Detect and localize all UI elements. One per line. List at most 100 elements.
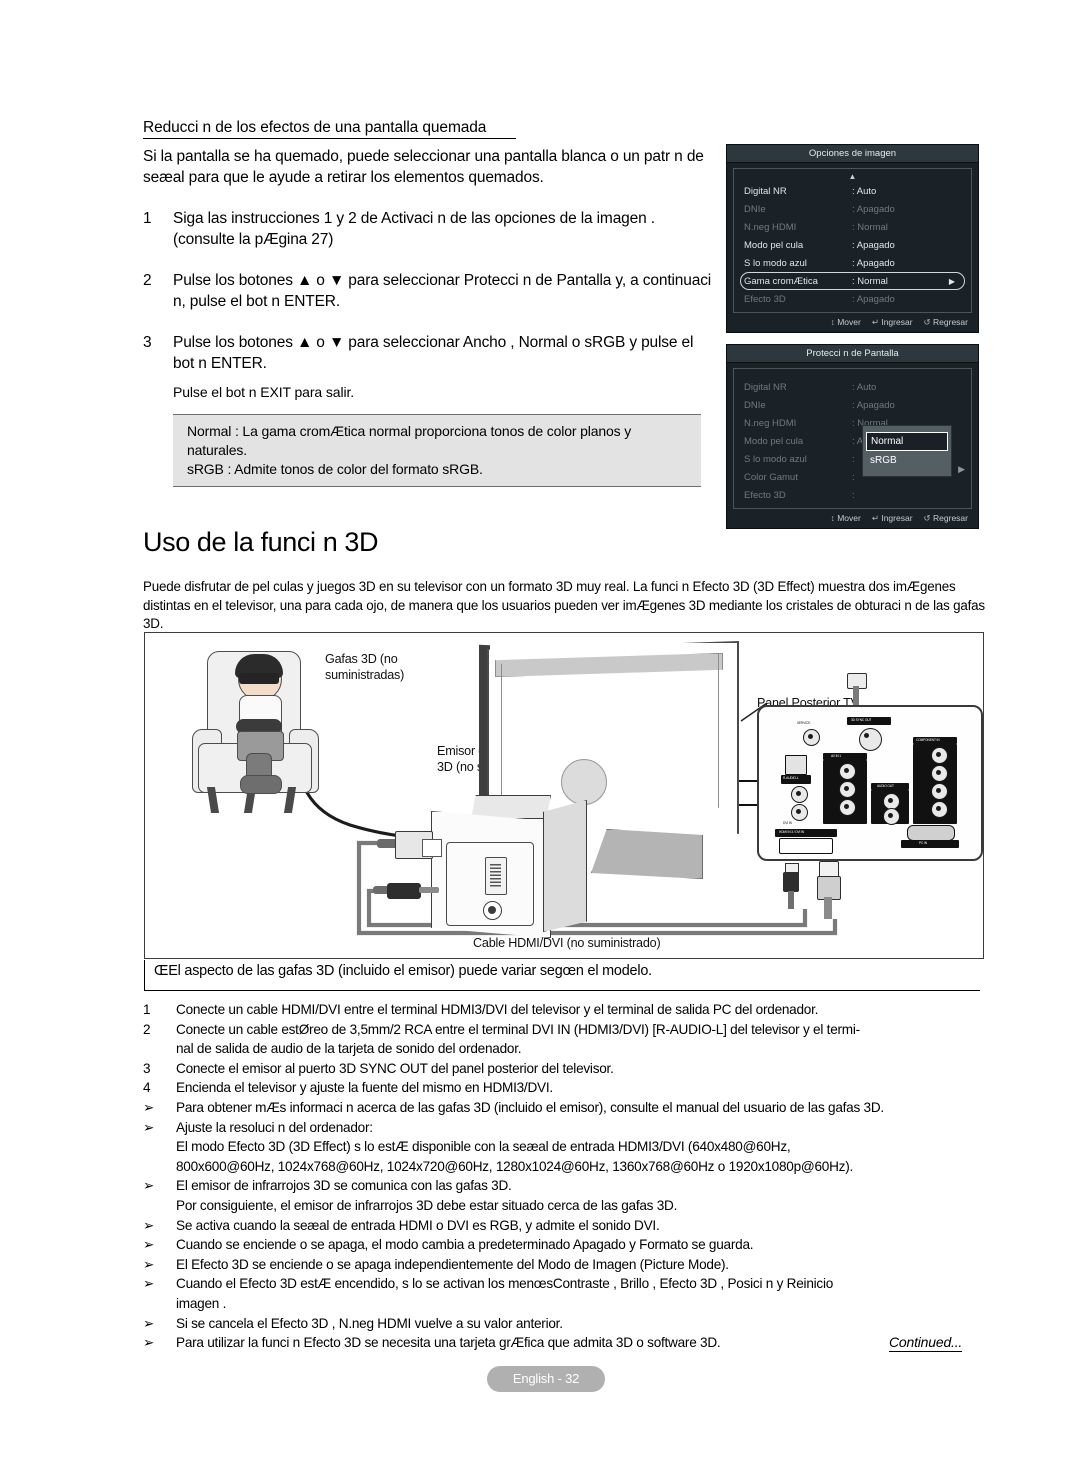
hdmi-plug-wire xyxy=(824,897,832,919)
instruction-text: Conecte un cable HDMI/DVI entre el termi… xyxy=(176,1002,819,1017)
osd1-row-3d-effect[interactable]: Efecto 3D : Apagado xyxy=(734,290,971,308)
chevron-right-icon: ▶ xyxy=(958,464,965,474)
instruction-marker: ➢ xyxy=(143,1315,155,1331)
instruction-text: El emisor de infrarrojos 3D se comunica … xyxy=(176,1178,512,1194)
osd2-footer-enter-label: Ingresar xyxy=(881,512,913,523)
color-gamut-dropdown[interactable]: Normal sRGB ▶ xyxy=(862,425,965,477)
step-3: 3 Pulse los botones ▲ o ▼ para seleccion… xyxy=(143,332,718,374)
osd1-footer-return-label: Regresar xyxy=(933,316,968,327)
bp-audio-out-r-jack[interactable] xyxy=(883,808,900,825)
bp-component-pb-jack[interactable] xyxy=(931,765,948,782)
instruction-marker: ➢ xyxy=(143,1335,155,1351)
dvi-connector-plug xyxy=(377,829,442,859)
return-icon: ↺ xyxy=(923,512,931,523)
note-line-normal: Normal : La gama cromÆtica normal propor… xyxy=(187,423,632,458)
osd1-row-digital-nr[interactable]: Digital NR : Auto xyxy=(734,182,971,200)
bp-label-component-in: COMPONENT IN xyxy=(916,737,940,742)
step-2: 2 Pulse los botones ▲ o ▼ para seleccion… xyxy=(143,270,718,312)
osd1-row-4-value: : Apagado xyxy=(852,257,895,269)
appearance-note-box: ŒEl aspecto de las gafas 3D (incluido el… xyxy=(144,960,980,991)
bp-hdmi-3-port[interactable] xyxy=(779,838,833,854)
instruction-row: ➢ Ajuste la resoluci n del ordenador: xyxy=(143,1118,1080,1138)
osd2-row-dnie[interactable]: DNIe : Apagado xyxy=(734,396,971,414)
bp-label-pc-in-bar xyxy=(901,840,959,848)
manual-page: Reducci n de los efectos de una pantalla… xyxy=(0,0,1080,1474)
move-icon: ↕ xyxy=(830,513,835,523)
step-1-number: 1 xyxy=(143,210,152,227)
instruction-row: ➢ Cuando se enciende o se apaga, el modo… xyxy=(143,1235,1080,1255)
screen-burn-section: Reducci n de los efectos de una pantalla… xyxy=(143,118,718,487)
osd1-row-6-value: : Apagado xyxy=(852,293,895,305)
bp-lan-port[interactable] xyxy=(785,755,807,775)
rca-plug-body xyxy=(783,872,799,892)
osd1-footer-move: ↕ Mover xyxy=(831,317,861,327)
osd1-footer-return: ↺ Regresar xyxy=(924,317,968,328)
pc-audio-port xyxy=(483,901,502,920)
osd1-row-1-label: DNIe xyxy=(744,203,766,215)
bp-av-audio-l-jack[interactable] xyxy=(839,781,856,798)
instruction-marker xyxy=(143,1157,176,1177)
instruction-marker: ➢ xyxy=(143,1217,155,1233)
osd1-row-dnie[interactable]: DNIe : Apagado xyxy=(734,200,971,218)
bp-label-av-in-1: AV IN 1 xyxy=(831,753,842,758)
instruction-marker: ➢ xyxy=(143,1256,155,1272)
page-title: Uso de la funci n 3D xyxy=(143,527,379,557)
bp-label-hdmi-in-3-dvi-in: HDMI IN 3 / DVI IN xyxy=(779,830,805,834)
bp-component-audio-jack[interactable] xyxy=(931,801,948,818)
osd1-footer: ↕ Mover ↵ Ingresar ↺ Regresar xyxy=(727,313,978,332)
osd1-row-2-label: N.neg HDMI xyxy=(744,221,797,233)
label-3d-glasses: Gafas 3D (no suministradas) xyxy=(325,652,405,682)
scroll-up-caret-icon[interactable]: ▲ xyxy=(734,173,971,182)
bp-av-audio-r-jack[interactable] xyxy=(839,799,856,816)
pc-port-callout-panel xyxy=(446,842,534,926)
instruction-marker: ➢ xyxy=(143,1237,155,1253)
enter-icon: ↵ xyxy=(871,512,879,523)
instruction-text: Ajuste la resoluci n del ordenador: xyxy=(176,1119,373,1135)
bp-pc-in-vga-port[interactable] xyxy=(907,825,955,841)
connection-diagram: Gafas 3D (no suministradas) Emisor de in… xyxy=(144,632,984,959)
instruction-marker xyxy=(143,1294,176,1314)
bp-3d-sync-out-jack[interactable] xyxy=(859,728,882,751)
bp-av-video-jack[interactable] xyxy=(839,763,856,780)
pc-dvi-port xyxy=(485,857,507,895)
osd1-row-hdmi-black-level[interactable]: N.neg HDMI : Normal xyxy=(734,218,971,236)
bp-dvi-audio-r-jack[interactable] xyxy=(791,786,808,803)
instruction-row: imagen . xyxy=(143,1294,1080,1314)
bp-dvi-audio-l-jack[interactable] xyxy=(791,804,808,821)
instruction-row: ➢ Cuando el Efecto 3D estÆ encendido, s … xyxy=(143,1274,1080,1294)
instruction-text: Si se cancela el Efecto 3D , N.neg HDMI … xyxy=(176,1315,563,1331)
instruction-text: Cuando el Efecto 3D estÆ encendido, s lo… xyxy=(176,1276,834,1292)
instruction-text: nal de salida de audio de la tarjeta de … xyxy=(176,1041,522,1057)
person-illustration xyxy=(228,654,292,794)
instruction-marker: 2 xyxy=(143,1021,151,1037)
osd2-body: Digital NR : Auto DNIe : Apagado N.neg H… xyxy=(733,368,972,509)
instruction-row: 4 Encienda el televisor y ajuste la fuen… xyxy=(143,1078,1080,1098)
osd1-row-blue-only-mode[interactable]: S lo modo azul : Apagado xyxy=(734,254,971,272)
osd1-footer-enter: ↵ Ingresar xyxy=(872,317,913,328)
osd1-row-5-label: Gama cromÆtica xyxy=(744,275,818,287)
instruction-text: Conecte un cable estØreo de 3,5mm/2 RCA … xyxy=(176,1021,860,1037)
osd1-row-0-label: Digital NR xyxy=(744,185,787,197)
osd2-row-3d-effect[interactable]: Efecto 3D : xyxy=(734,486,971,504)
bp-label-dvi-in: DVI IN xyxy=(783,821,792,825)
instruction-text: 800x600@60Hz, 1024x768@60Hz, 1024x720@60… xyxy=(176,1158,854,1174)
return-icon: ↺ xyxy=(923,316,931,327)
colour-gamut-note-box: Normal : La gama cromÆtica normal propor… xyxy=(173,414,701,487)
osd2-footer-enter: ↵ Ingresar xyxy=(872,513,913,524)
dropdown-option-normal[interactable]: Normal xyxy=(866,432,948,451)
tv-back-panel: SERVICE 3D SYNC OUT AV IN 1 AUDIO OUT CO… xyxy=(757,705,983,861)
dropdown-option-srgb[interactable]: sRGB xyxy=(863,451,951,470)
instruction-row: 1 Conecte un cable HDMI/DVI entre el ter… xyxy=(143,1000,1080,1020)
bp-component-pr-jack[interactable] xyxy=(931,783,948,800)
person-foot xyxy=(240,775,282,794)
osd1-row-film-mode[interactable]: Modo pel cula : Apagado xyxy=(734,236,971,254)
instruction-row: 800x600@60Hz, 1024x768@60Hz, 1024x720@60… xyxy=(143,1157,1080,1177)
bp-label-av-in-bar xyxy=(823,753,867,760)
3d-sync-plug xyxy=(847,673,867,708)
bp-component-y-jack[interactable] xyxy=(931,747,948,764)
osd2-row-0-label: Digital NR xyxy=(744,381,787,393)
osd1-row-colour-gamut-selected[interactable]: Gama cromÆtica : Normal ▶ xyxy=(734,272,971,290)
page-number-badge: English - 32 xyxy=(487,1366,605,1392)
instruction-marker xyxy=(143,1196,176,1216)
osd2-row-digital-nr[interactable]: Digital NR : Auto xyxy=(734,378,971,396)
